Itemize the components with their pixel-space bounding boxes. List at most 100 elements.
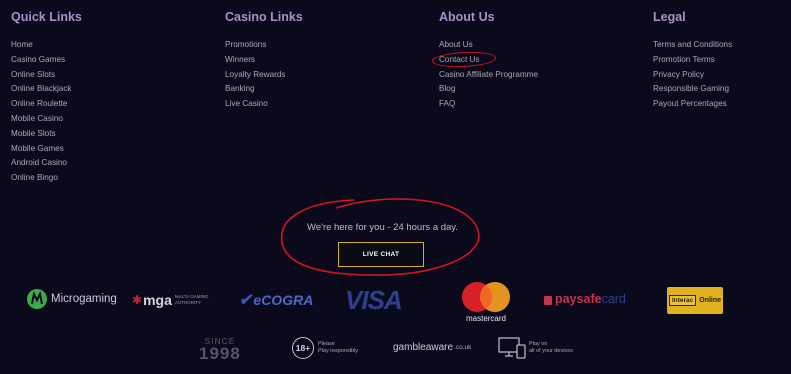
visa-logo: VISA [345, 285, 403, 316]
legal-list: Terms and Conditions Promotion Terms Pri… [653, 38, 732, 112]
footer-link[interactable]: Mobile Games [11, 144, 64, 153]
footer-link[interactable]: Online Bingo [11, 173, 58, 182]
list-item: Live Casino [225, 97, 303, 112]
footer-link[interactable]: Loyalty Rewards [225, 70, 286, 79]
footer-link[interactable]: Mobile Slots [11, 129, 56, 138]
padlock-icon [544, 295, 552, 305]
mastercard-circles-icon [462, 282, 510, 312]
list-item: Banking [225, 82, 303, 97]
footer-link[interactable]: Online Slots [11, 70, 55, 79]
column-heading: About Us [439, 10, 495, 24]
play-on-text: Play on [529, 341, 548, 347]
list-item: Winners [225, 53, 303, 68]
ecogra-logo: ✔ eCOGRA [238, 290, 314, 310]
footer-link[interactable]: Casino Affiliate Programme [439, 70, 538, 79]
footer-link[interactable]: Online Roulette [11, 99, 67, 108]
footer-link[interactable]: Android Casino [11, 158, 67, 167]
mga-star-icon: ✱ [132, 293, 143, 307]
footer-link[interactable]: Promotion Terms [653, 55, 715, 64]
visa-text: VISA [345, 285, 403, 315]
footer-link[interactable]: FAQ [439, 99, 455, 108]
list-item: Online Bingo [11, 171, 82, 186]
footer-link[interactable]: Home [11, 40, 33, 49]
footer-link[interactable]: Privacy Policy [653, 70, 704, 79]
play-responsibly-text: Please Play responsibly [318, 341, 358, 355]
microgaming-text: Microgaming [51, 293, 117, 305]
mga-logo: ✱ mga MALTA GAMING AUTHORITY [132, 292, 208, 308]
since-1998-badge: SINCE 1998 [199, 336, 241, 363]
footer-link[interactable]: Promotions [225, 40, 266, 49]
footer-link[interactable]: Payout Percentages [653, 99, 727, 108]
list-item: Online Roulette [11, 97, 82, 112]
gambleaware-text: gambleaware [393, 342, 454, 353]
microgaming-icon [27, 289, 47, 309]
list-item: Mobile Casino [11, 112, 82, 127]
list-item: Mobile Slots [11, 127, 82, 142]
interac-text: Interac [671, 297, 694, 304]
footer-column-legal: Legal Terms and Conditions Promotion Ter… [653, 10, 732, 112]
footer-link[interactable]: Winners [225, 55, 255, 64]
age-restriction-badge: 18+ Please Play responsibly [292, 337, 358, 359]
mga-sub2: AUTHORITY [174, 300, 201, 305]
devices-icon [498, 337, 526, 359]
footer-link[interactable]: About Us [439, 40, 473, 49]
list-item: Loyalty Rewards [225, 68, 303, 83]
list-item: Terms and Conditions [653, 38, 732, 53]
footer-link[interactable]: Blog [439, 84, 455, 93]
since-year: 1998 [199, 344, 241, 363]
list-item: Online Blackjack [11, 82, 82, 97]
footer-column-about-us: About Us About Us Contact Us Casino Affi… [439, 10, 538, 112]
column-heading: Casino Links [225, 10, 303, 24]
interac-online-text: Online [699, 297, 722, 304]
list-item: Casino Affiliate Programme [439, 68, 538, 83]
paysafecard-logo: paysafe card [544, 292, 626, 306]
contact-us-link[interactable]: Contact Us [439, 55, 480, 64]
list-item: Online Slots [11, 68, 82, 83]
quick-links-list: Home Casino Games Online Slots Online Bl… [11, 38, 82, 186]
gambleaware-tld: .co.uk [454, 344, 472, 351]
list-item: Payout Percentages [653, 97, 732, 112]
mga-text: mga [143, 292, 172, 308]
footer-link[interactable]: Mobile Casino [11, 114, 63, 123]
support-highlight-annotation [280, 198, 480, 276]
play-responsibly-line: Play responsibly [318, 348, 359, 354]
list-item: Casino Games [11, 53, 82, 68]
list-item: FAQ [439, 97, 538, 112]
list-item: Privacy Policy [653, 68, 732, 83]
list-item: Android Casino [11, 156, 82, 171]
list-item: Contact Us [439, 53, 538, 68]
card-text: card [601, 292, 626, 306]
please-text: Please [318, 341, 335, 347]
footer-link[interactable]: Banking [225, 84, 255, 93]
list-item: Promotions [225, 38, 303, 53]
list-item: Blog [439, 82, 538, 97]
list-item: Promotion Terms [653, 53, 732, 68]
column-heading: Legal [653, 10, 686, 24]
interac-box: Interac [668, 295, 697, 306]
play-on-devices-badge: Play on all of your devices [498, 337, 573, 359]
list-item: About Us [439, 38, 538, 53]
devices-text: Play on all of your devices [529, 341, 573, 355]
footer-link[interactable]: Live Casino [225, 99, 268, 108]
column-heading: Quick Links [11, 10, 82, 24]
mastercard-logo: mastercard [458, 281, 514, 323]
microgaming-logo: Microgaming [26, 288, 117, 310]
casino-links-list: Promotions Winners Loyalty Rewards Banki… [225, 38, 303, 112]
footer-link[interactable]: Casino Games [11, 55, 65, 64]
list-item: Mobile Games [11, 142, 82, 157]
paysafe-text: paysafe [555, 292, 602, 306]
footer-link[interactable]: Responsible Gaming [653, 84, 729, 93]
footer-link[interactable]: Online Blackjack [11, 84, 72, 93]
all-devices-text: all of your devices [529, 348, 574, 354]
ecogra-text: eCOGRA [253, 292, 314, 308]
list-item: Responsible Gaming [653, 82, 732, 97]
gambleaware-logo: gambleaware .co.uk [393, 342, 471, 353]
mastercard-text: mastercard [465, 314, 506, 323]
footer-column-quick-links: Quick Links Home Casino Games Online Slo… [11, 10, 82, 186]
list-item: Home [11, 38, 82, 53]
mga-subtext: MALTA GAMING AUTHORITY [175, 294, 209, 306]
about-us-list: About Us Contact Us Casino Affiliate Pro… [439, 38, 538, 112]
footer-link[interactable]: Terms and Conditions [653, 40, 732, 49]
interac-logo: Interac Online [667, 287, 723, 314]
age-18-icon: 18+ [292, 337, 314, 359]
